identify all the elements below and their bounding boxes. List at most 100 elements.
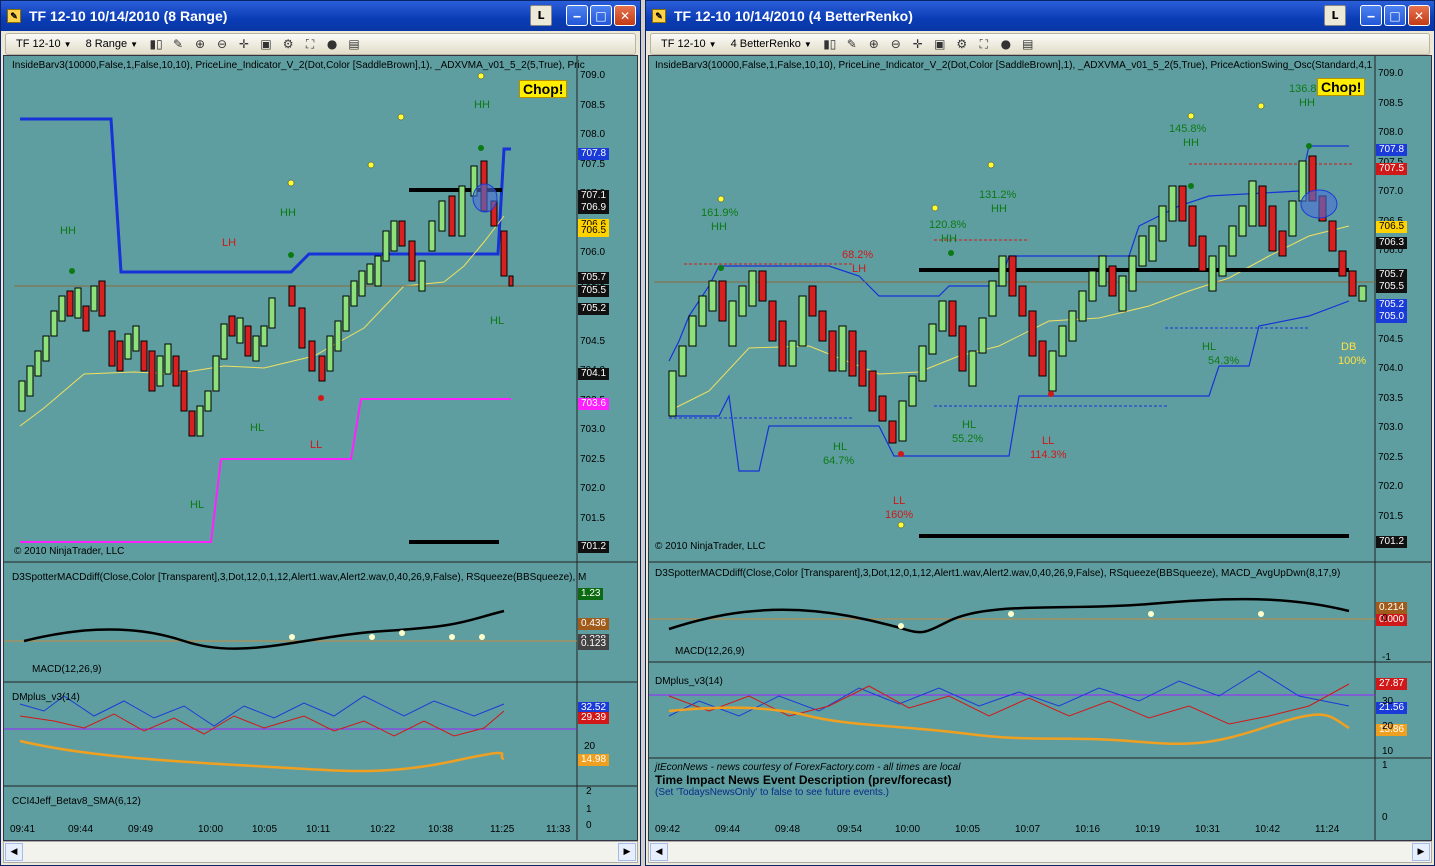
swing-label: 136.8 [1289,83,1317,95]
title-bar[interactable]: ✎ TF 12-10 10/14/2010 (8 Range) L ‒ □ ✕ [1,1,640,31]
macd-label: D3SpotterMACDdiff(Close,Color [Transpare… [12,572,587,583]
time-label: 10:38 [428,824,454,835]
swing-label: HL [833,441,848,453]
price-tag: 706.5 [1376,221,1408,233]
price-axis-label: 703.5 [1378,392,1404,404]
indicator-tag: 0.000 [1376,614,1408,626]
macd-sub-label: MACD(12,26,9) [32,664,102,675]
swing-label: 131.2% [979,189,1017,201]
zoom-out-icon[interactable]: ⊖ [888,37,904,51]
chop-badge: Chop! [519,80,568,98]
chart-panel[interactable]: InsideBarv3(10000,False,1,False,10,10), … [648,55,1432,841]
cci-axis-1: 1 [586,804,592,815]
dm-axis-20: 20 [584,741,596,752]
swing-label: 120.8% [929,219,967,231]
zoom-in-icon[interactable]: ⊕ [192,37,208,51]
time-label: 09:48 [775,824,801,835]
scroll-left-button[interactable]: ◀ [650,843,668,861]
instrument-selector[interactable]: TF 12-10 ▼ [12,38,76,50]
swing-label: 68.2% [842,249,874,261]
strategy-icon[interactable]: ⚙ [954,37,970,51]
data-box-icon[interactable]: ▤ [1020,37,1036,51]
window-title: TF 12-10 10/14/2010 (4 BetterRenko) [674,8,913,24]
chart-window-right[interactable]: ✎ TF 12-10 10/14/2010 (4 BetterRenko) L … [645,0,1435,866]
close-button[interactable]: ✕ [1408,5,1430,26]
link-button[interactable]: L [530,5,552,26]
price-axis-label: 703.0 [1378,422,1404,433]
coin-icon[interactable]: ● [324,37,340,51]
indicator-icon[interactable]: ⛶ [302,37,318,52]
horizontal-scrollbar[interactable]: ◀ ▶ [3,841,638,863]
strategy-icon[interactable]: ⚙ [280,37,296,51]
swing-label: HH [60,225,76,237]
swing-label: LH [852,263,867,275]
time-label: 10:00 [895,824,921,835]
dm-axis-20: 20 [1382,721,1394,732]
chart-toolbar: TF 12-10 ▼ 4 BetterRenko ▼ ▮▯ ✎ ⊕ ⊖ ✛ ▣ ⚙ … [650,33,1430,55]
price-axis-label: 704.5 [1378,333,1404,345]
crosshair-icon[interactable]: ✛ [910,37,926,51]
maximize-button[interactable]: □ [1384,5,1406,26]
time-label: 10:31 [1195,824,1221,835]
properties-icon[interactable]: ▣ [932,37,948,51]
candles [18,160,514,437]
horizontal-scrollbar[interactable]: ◀ ▶ [648,841,1432,863]
candlestick-icon[interactable]: ▮▯ [822,37,838,51]
indicator-tag: 0.214 [1376,602,1408,614]
coin-icon[interactable]: ● [998,37,1014,51]
chart-panel[interactable]: InsideBarv3(10000,False,1,False,10,10), … [3,55,638,841]
price-axis-label: 702.0 [1378,481,1404,492]
swing-label: DB [1341,341,1357,353]
zoom-in-icon[interactable]: ⊕ [866,37,882,51]
draw-pencil-icon[interactable]: ✎ [844,37,860,51]
price-tag: 707.8 [578,148,610,160]
title-bar[interactable]: ✎ TF 12-10 10/14/2010 (4 BetterRenko) L … [646,1,1434,31]
time-label: 09:49 [128,824,154,835]
indicator-tag: 27.87 [1376,678,1408,690]
time-label: 11:33 [546,824,571,835]
swing-label: LL [310,439,323,451]
price-tag: 705.7 [1376,269,1408,281]
price-tag: 705.5 [578,285,610,297]
scroll-left-button[interactable]: ◀ [5,843,23,861]
time-label: 09:54 [837,824,863,835]
swing-label: 161.9% [701,207,739,219]
indicators-label: InsideBarv3(10000,False,1,False,10,10), … [655,60,1373,71]
time-label: 09:41 [10,824,36,835]
indicator-tag: 0.436 [578,618,610,630]
interval-selector[interactable]: 8 Range ▼ [82,38,143,50]
swing-label: HH [991,203,1007,215]
swing-label: LL [893,495,906,507]
time-label: 10:00 [198,824,224,835]
properties-icon[interactable]: ▣ [258,37,274,51]
price-tag: 705.5 [1376,281,1408,293]
maximize-button[interactable]: □ [590,5,612,26]
data-box-icon[interactable]: ▤ [346,37,362,51]
swing-label: 114.3% [1030,449,1067,461]
link-button[interactable]: L [1324,5,1346,26]
minimize-button[interactable]: ‒ [1360,5,1382,26]
crosshair-icon[interactable]: ✛ [236,37,252,51]
price-axis-label: 704.5 [580,335,606,347]
time-label: 10:19 [1135,824,1161,835]
instrument-selector[interactable]: TF 12-10 ▼ [657,38,721,50]
swing-label: HL [250,422,265,434]
dm-axis-10: 10 [1382,746,1394,757]
zoom-out-icon[interactable]: ⊖ [214,37,230,51]
copyright: © 2010 NinjaTrader, LLC [655,541,766,552]
price-axis-label: 702.5 [1378,451,1404,463]
scroll-right-button[interactable]: ▶ [618,843,636,861]
draw-pencil-icon[interactable]: ✎ [170,37,186,51]
close-button[interactable]: ✕ [614,5,636,26]
price-tag: 707.1 [578,190,610,202]
interval-selector[interactable]: 4 BetterRenko ▼ [727,38,816,50]
indicator-icon[interactable]: ⛶ [976,37,992,52]
cci-label: CCI4Jeff_Betav8_SMA(6,12) [12,796,141,807]
minimize-button[interactable]: ‒ [566,5,588,26]
price-axis-label: 707.5 [580,158,606,170]
candlestick-icon[interactable]: ▮▯ [148,37,164,51]
price-axis-label: 701.5 [1378,510,1404,522]
price-tag: 701.2 [1376,536,1408,548]
chart-window-left[interactable]: ✎ TF 12-10 10/14/2010 (8 Range) L ‒ □ ✕ … [0,0,641,866]
scroll-right-button[interactable]: ▶ [1412,843,1430,861]
